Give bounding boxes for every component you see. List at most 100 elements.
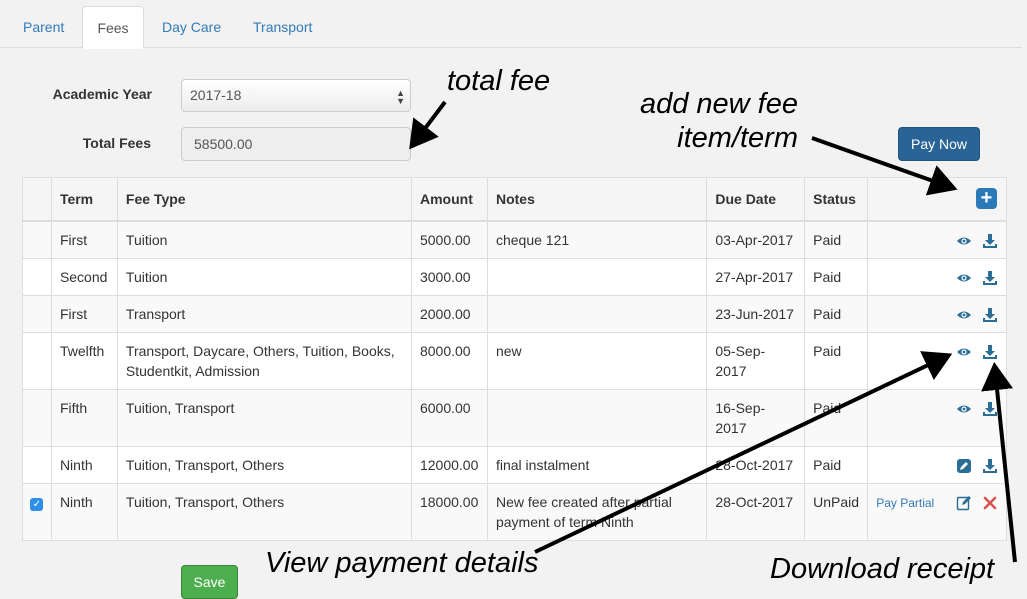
cell-term: First (50, 220, 118, 259)
cell-fee-type: Tuition (116, 257, 412, 296)
cell-actions (867, 220, 1007, 259)
academic-year-label: Academic Year (52, 86, 152, 102)
eye-icon[interactable] (956, 401, 972, 417)
table-row: First Transport 2000.00 23-Jun-2017 Paid (22, 294, 1007, 333)
row-select-cell (22, 220, 52, 259)
edit-icon[interactable] (956, 458, 972, 474)
cell-term: Fifth (50, 388, 118, 447)
pay-now-button[interactable]: Pay Now (898, 127, 980, 161)
cell-actions (867, 445, 1007, 484)
cell-due-date: 28-Oct-2017 (706, 445, 806, 484)
cell-fee-type: Tuition, Transport (116, 388, 412, 447)
row-select-cell (22, 388, 52, 447)
cell-fee-type: Tuition (116, 220, 412, 259)
cell-status: Paid (804, 220, 869, 259)
cell-term: Twelfth (50, 331, 118, 390)
row-select-cell (22, 257, 52, 296)
tab-parent[interactable]: Parent (13, 6, 74, 48)
total-fees-field: 58500.00 (181, 127, 411, 161)
cell-due-date: 03-Apr-2017 (706, 220, 806, 259)
cell-notes: New fee created after partial payment of… (486, 482, 708, 541)
cell-notes (486, 257, 708, 296)
cell-actions (867, 388, 1007, 447)
cell-due-date: 23-Jun-2017 (706, 294, 806, 333)
pay-partial-link[interactable]: Pay Partial (876, 496, 934, 510)
row-select-cell (22, 331, 52, 390)
total-fees-label: Total Fees (82, 135, 151, 151)
header-status: Status (804, 177, 869, 222)
cell-actions (867, 257, 1007, 296)
annotation-add-new-fee-line1: add new fee (639, 88, 798, 120)
header-notes: Notes (486, 177, 708, 222)
header-actions: + (867, 177, 1007, 222)
eye-icon[interactable] (956, 233, 972, 249)
annotation-download-receipt: Download receipt (770, 553, 995, 585)
tab-bar: Parent Fees Day Care Transport (0, 6, 1022, 49)
academic-year-value: 2017-18 (190, 87, 242, 103)
cell-status: Paid (804, 257, 869, 296)
fees-table: Term Fee Type Amount Notes Due Date Stat… (22, 177, 1007, 541)
eye-icon[interactable] (956, 270, 972, 286)
cell-actions (867, 294, 1007, 333)
delete-icon[interactable] (982, 495, 998, 511)
table-row: Second Tuition 3000.00 27-Apr-2017 Paid (22, 257, 1007, 296)
download-icon[interactable] (982, 344, 998, 360)
tab-fees[interactable]: Fees (82, 6, 144, 49)
cell-status: Paid (804, 445, 869, 484)
cell-term: Ninth (50, 445, 118, 484)
cell-status: Paid (804, 388, 869, 447)
arrow-total-fee (409, 100, 447, 150)
cell-status: UnPaid (804, 482, 869, 541)
cell-actions (867, 331, 1007, 390)
cell-amount: 12000.00 (410, 445, 488, 484)
annotation-total-fee: total fee (447, 65, 551, 97)
cell-term: Ninth (50, 482, 118, 541)
table-header-row: Term Fee Type Amount Notes Due Date Stat… (22, 177, 1007, 222)
row-select-cell (22, 294, 52, 333)
row-checkbox[interactable]: ✓ (30, 497, 44, 511)
download-icon[interactable] (982, 458, 998, 474)
cell-amount: 8000.00 (410, 331, 488, 390)
tab-transport[interactable]: Transport (243, 6, 322, 48)
header-term: Term (50, 177, 118, 222)
cell-amount: 3000.00 (410, 257, 488, 296)
download-icon[interactable] (982, 270, 998, 286)
cell-fee-type: Tuition, Transport, Others (116, 482, 412, 541)
cell-amount: 5000.00 (410, 220, 488, 259)
header-fee-type: Fee Type (116, 177, 412, 222)
cell-due-date: 05-Sep-2017 (706, 331, 806, 390)
cell-due-date: 16-Sep-2017 (706, 388, 806, 447)
download-icon[interactable] (982, 401, 998, 417)
annotation-add-new-fee: add new fee item/term (600, 87, 798, 155)
edit-icon[interactable] (956, 495, 972, 511)
cell-notes: new (486, 331, 708, 390)
header-amount: Amount (410, 177, 488, 222)
table-row: Fifth Tuition, Transport 6000.00 16-Sep-… (22, 388, 1007, 447)
tab-day-care[interactable]: Day Care (152, 6, 231, 48)
header-due-date: Due Date (706, 177, 806, 222)
academic-year-select[interactable]: 2017-18 ▲ ▼ (181, 79, 411, 112)
download-icon[interactable] (982, 307, 998, 323)
cell-status: Paid (804, 331, 869, 390)
table-row: First Tuition 5000.00 cheque 121 03-Apr-… (22, 220, 1007, 259)
cell-fee-type: Transport, Daycare, Others, Tuition, Boo… (116, 331, 412, 390)
cell-amount: 2000.00 (410, 294, 488, 333)
select-arrows-icon: ▲ ▼ (396, 88, 405, 106)
cell-actions: Pay Partial (867, 482, 1007, 541)
annotation-add-new-fee-line2: item/term (677, 122, 798, 154)
cell-amount: 6000.00 (410, 388, 488, 447)
cell-notes (486, 294, 708, 333)
cell-term: Second (50, 257, 118, 296)
cell-term: First (50, 294, 118, 333)
cell-notes: cheque 121 (486, 220, 708, 259)
download-icon[interactable] (982, 233, 998, 249)
cell-amount: 18000.00 (410, 482, 488, 541)
row-select-cell (22, 445, 52, 484)
select-column-header (22, 177, 52, 222)
table-row: Ninth Tuition, Transport, Others 12000.0… (22, 445, 1007, 484)
add-fee-item-button[interactable]: + (976, 188, 997, 210)
eye-icon[interactable] (956, 307, 972, 323)
cell-due-date: 28-Oct-2017 (706, 482, 806, 541)
cell-due-date: 27-Apr-2017 (706, 257, 806, 296)
eye-icon[interactable] (956, 344, 972, 360)
